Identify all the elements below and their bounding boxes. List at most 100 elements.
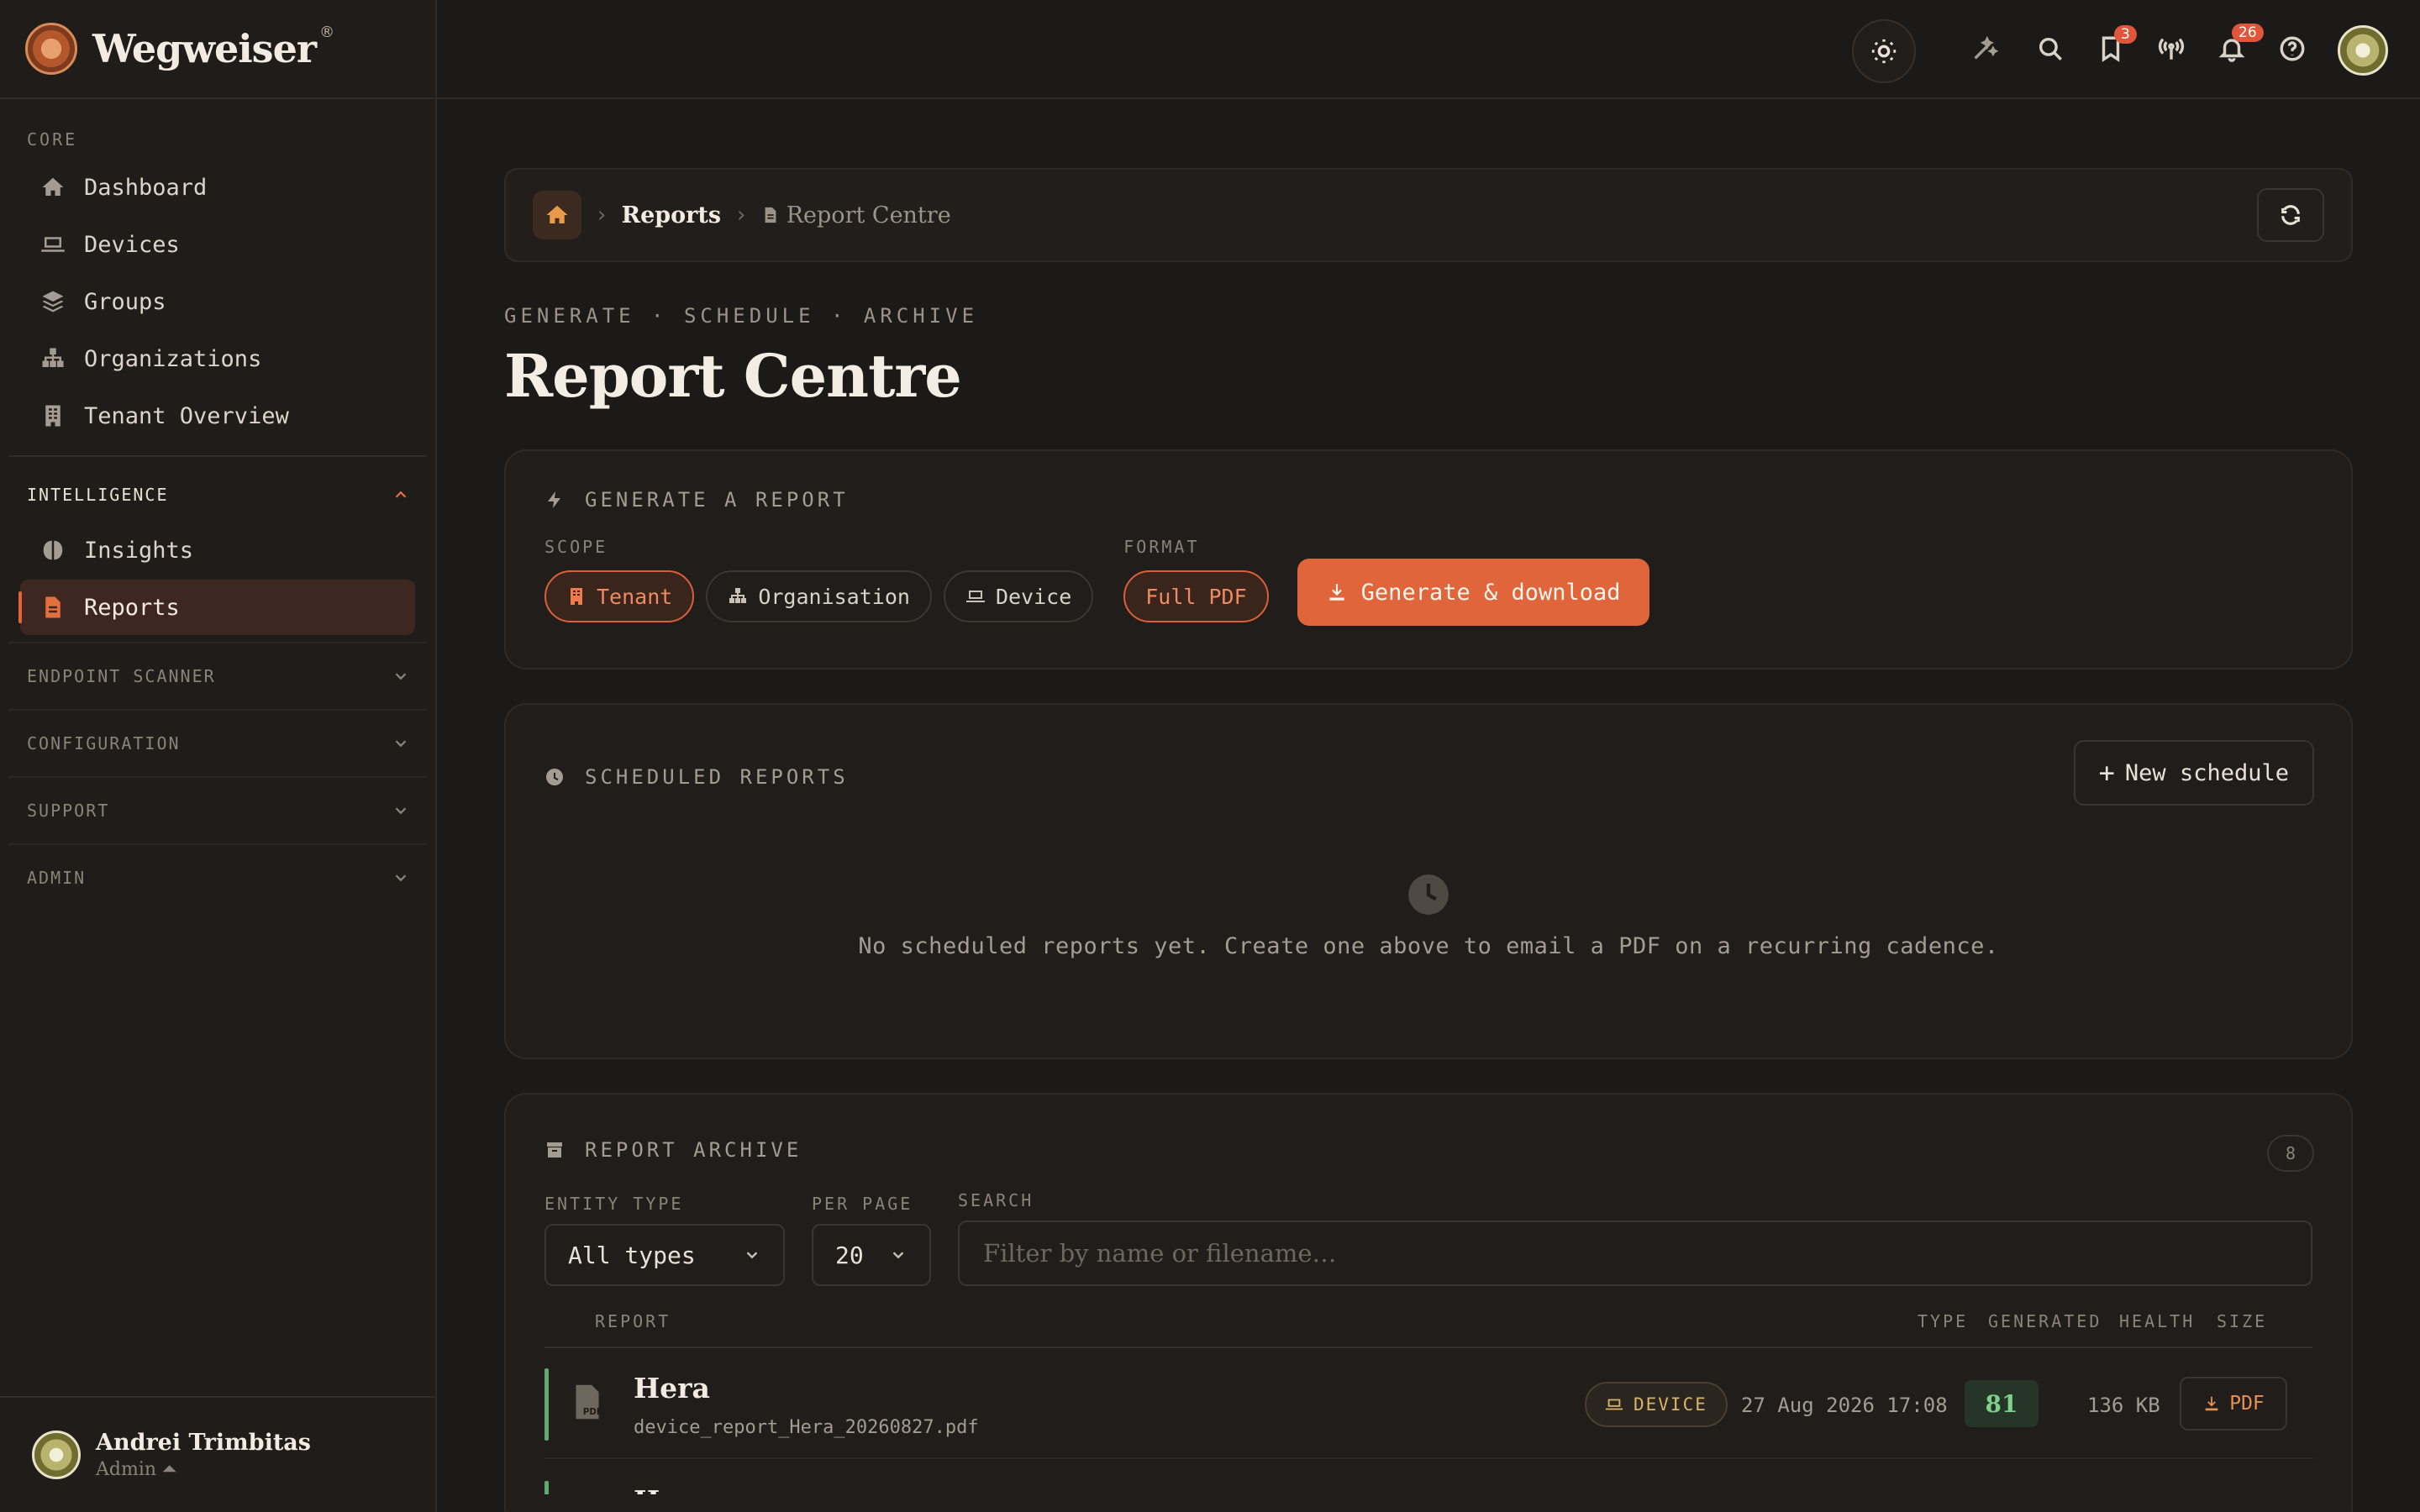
group-header-support[interactable]: SUPPORT <box>0 785 435 837</box>
empty-state: No scheduled reports yet. Create one abo… <box>544 873 2312 959</box>
breadcrumb-home-button[interactable] <box>533 191 581 239</box>
divider <box>8 709 427 711</box>
health-indicator-bar <box>544 1368 549 1441</box>
breadcrumb-reports-link[interactable]: Reports <box>622 202 721 228</box>
bookmarks-button[interactable]: 3 <box>2094 25 2137 66</box>
search-input[interactable]: Filter by name or filename… <box>958 1221 2312 1286</box>
file-icon <box>765 207 776 223</box>
report-filename: device_report_Hera_20260827.pdf <box>634 1417 979 1438</box>
building-icon <box>571 588 582 605</box>
generate-download-button[interactable]: Generate & download <box>1297 559 1649 626</box>
help-button[interactable] <box>2275 32 2309 66</box>
sidebar-item-insights[interactable]: Insights <box>20 522 415 578</box>
top-avatar[interactable] <box>2338 25 2388 76</box>
user-menu[interactable]: Andrei Trimbitas Admin ⏶ <box>0 1396 435 1512</box>
divider <box>8 843 427 845</box>
group-header-intelligence[interactable]: INTELLIGENCE <box>0 469 435 521</box>
health-indicator-bar <box>544 1481 549 1494</box>
refresh-button[interactable] <box>2257 188 2324 242</box>
sidebar-item-label: Reports <box>84 594 180 621</box>
sidebar-item-reports[interactable]: Reports <box>18 580 415 635</box>
lightning-icon <box>548 491 560 508</box>
scope-label: SCOPE <box>544 537 608 557</box>
sidebar-item-label: Devices <box>84 231 180 258</box>
chevron-right-icon: › <box>595 202 608 228</box>
page-eyebrow: GENERATE · SCHEDULE · ARCHIVE <box>504 304 979 328</box>
topbar: 3 26 <box>437 0 2420 99</box>
generated-date: 27 Aug 2026 17:08 <box>1741 1394 1948 1417</box>
theme-toggle-button[interactable] <box>1852 19 1916 83</box>
sidebar-item-dashboard[interactable]: Dashboard <box>20 160 415 215</box>
group-label: ADMIN <box>27 868 87 888</box>
sidebar-item-label: Groups <box>84 288 166 315</box>
pdf-file-icon: PDF <box>576 1384 602 1420</box>
group-header-configuration[interactable]: CONFIGURATION <box>0 717 435 769</box>
brand-logo <box>25 23 77 75</box>
card-title: SCHEDULED REPORTS <box>544 765 2312 789</box>
breadcrumb-current: Report Centre <box>761 202 951 228</box>
format-value: Full PDF <box>1145 584 1247 609</box>
magic-wand-button[interactable] <box>1968 32 2002 66</box>
per-page-label: PER PAGE <box>812 1194 913 1214</box>
sidebar-item-devices[interactable]: Devices <box>20 217 415 272</box>
sidebar-item-tenant-overview[interactable]: Tenant Overview <box>20 388 415 444</box>
laptop-icon <box>41 237 65 252</box>
chevron-down-icon <box>395 673 407 680</box>
new-schedule-button[interactable]: + New schedule <box>2073 740 2314 806</box>
divider <box>8 642 427 643</box>
column-header-size: SIZE <box>2217 1311 2268 1331</box>
refresh-icon <box>2281 205 2300 225</box>
sidebar-item-label: Tenant Overview <box>84 402 289 429</box>
type-badge: DEVICE <box>1585 1382 1728 1427</box>
scope-organisation-pill[interactable]: Organisation <box>706 570 932 622</box>
app-root: Wegweiser ® CORE Dashboard Devices Group… <box>0 0 2420 1512</box>
sidebar-item-groups[interactable]: Groups <box>20 274 415 329</box>
scope-label-text: Organisation <box>758 584 910 609</box>
breadcrumb: › Reports › Report Centre <box>504 168 2353 262</box>
plus-icon: + <box>2098 757 2115 789</box>
brain-icon <box>43 540 63 560</box>
help-icon <box>2280 36 2305 61</box>
report-name: Hera <box>634 1484 710 1494</box>
report-archive-card: REPORT ARCHIVE 8 ENTITY TYPE All types P… <box>504 1093 2353 1512</box>
notifications-button[interactable]: 26 <box>2215 24 2264 66</box>
table-row[interactable]: PDF Hera device_report_Hera_20260827.pdf… <box>544 1348 2314 1459</box>
chevron-right-icon: › <box>734 202 748 228</box>
user-name: Andrei Trimbitas <box>96 1430 311 1456</box>
column-header-generated: GENERATED <box>1988 1311 2102 1331</box>
group-label: INTELLIGENCE <box>27 485 169 505</box>
sidebar-item-label: Organizations <box>84 345 262 372</box>
search-icon <box>2039 37 2062 60</box>
format-full-pdf-pill[interactable]: Full PDF <box>1123 570 1269 622</box>
table-row[interactable]: Hera <box>544 1461 2314 1494</box>
group-header-admin[interactable]: ADMIN <box>0 852 435 904</box>
card-title-label: REPORT ARCHIVE <box>585 1138 802 1162</box>
chevron-down-icon <box>746 1252 758 1259</box>
sidebar-item-organizations[interactable]: Organizations <box>20 331 415 386</box>
main-content: › Reports › Report Centre GENERATE · SCH… <box>504 168 2353 1512</box>
card-title-label: GENERATE A REPORT <box>585 488 849 512</box>
broadcast-icon <box>2158 38 2185 60</box>
layers-icon <box>42 291 64 312</box>
download-pdf-button[interactable]: PDF <box>2180 1377 2287 1431</box>
archive-count-badge: 8 <box>2267 1135 2314 1172</box>
archive-filters: ENTITY TYPE All types PER PAGE 20 SEARCH <box>544 1190 2312 1286</box>
scope-group: SCOPE Tenant Organisation Device <box>544 537 1105 626</box>
file-icon <box>45 596 60 618</box>
column-header-type: TYPE <box>1918 1311 1969 1331</box>
sun-icon <box>1871 39 1897 64</box>
sitemap-icon <box>729 588 747 603</box>
broadcast-button[interactable] <box>2154 32 2188 66</box>
brand[interactable]: Wegweiser ® <box>0 0 435 99</box>
scope-tenant-pill[interactable]: Tenant <box>544 570 695 622</box>
report-name: Hera <box>634 1372 710 1404</box>
column-header-report: REPORT <box>595 1311 671 1331</box>
column-header-health: HEALTH <box>2119 1311 2196 1331</box>
scope-device-pill[interactable]: Device <box>943 570 1094 622</box>
group-header-endpoint-scanner[interactable]: ENDPOINT SCANNER <box>0 650 435 702</box>
per-page-select[interactable]: 20 <box>812 1224 931 1286</box>
search-button[interactable] <box>2033 32 2067 66</box>
entity-type-select[interactable]: All types <box>544 1224 785 1286</box>
scope-label-text: Tenant <box>597 584 673 609</box>
pdf-button-label: PDF <box>2229 1393 2265 1415</box>
